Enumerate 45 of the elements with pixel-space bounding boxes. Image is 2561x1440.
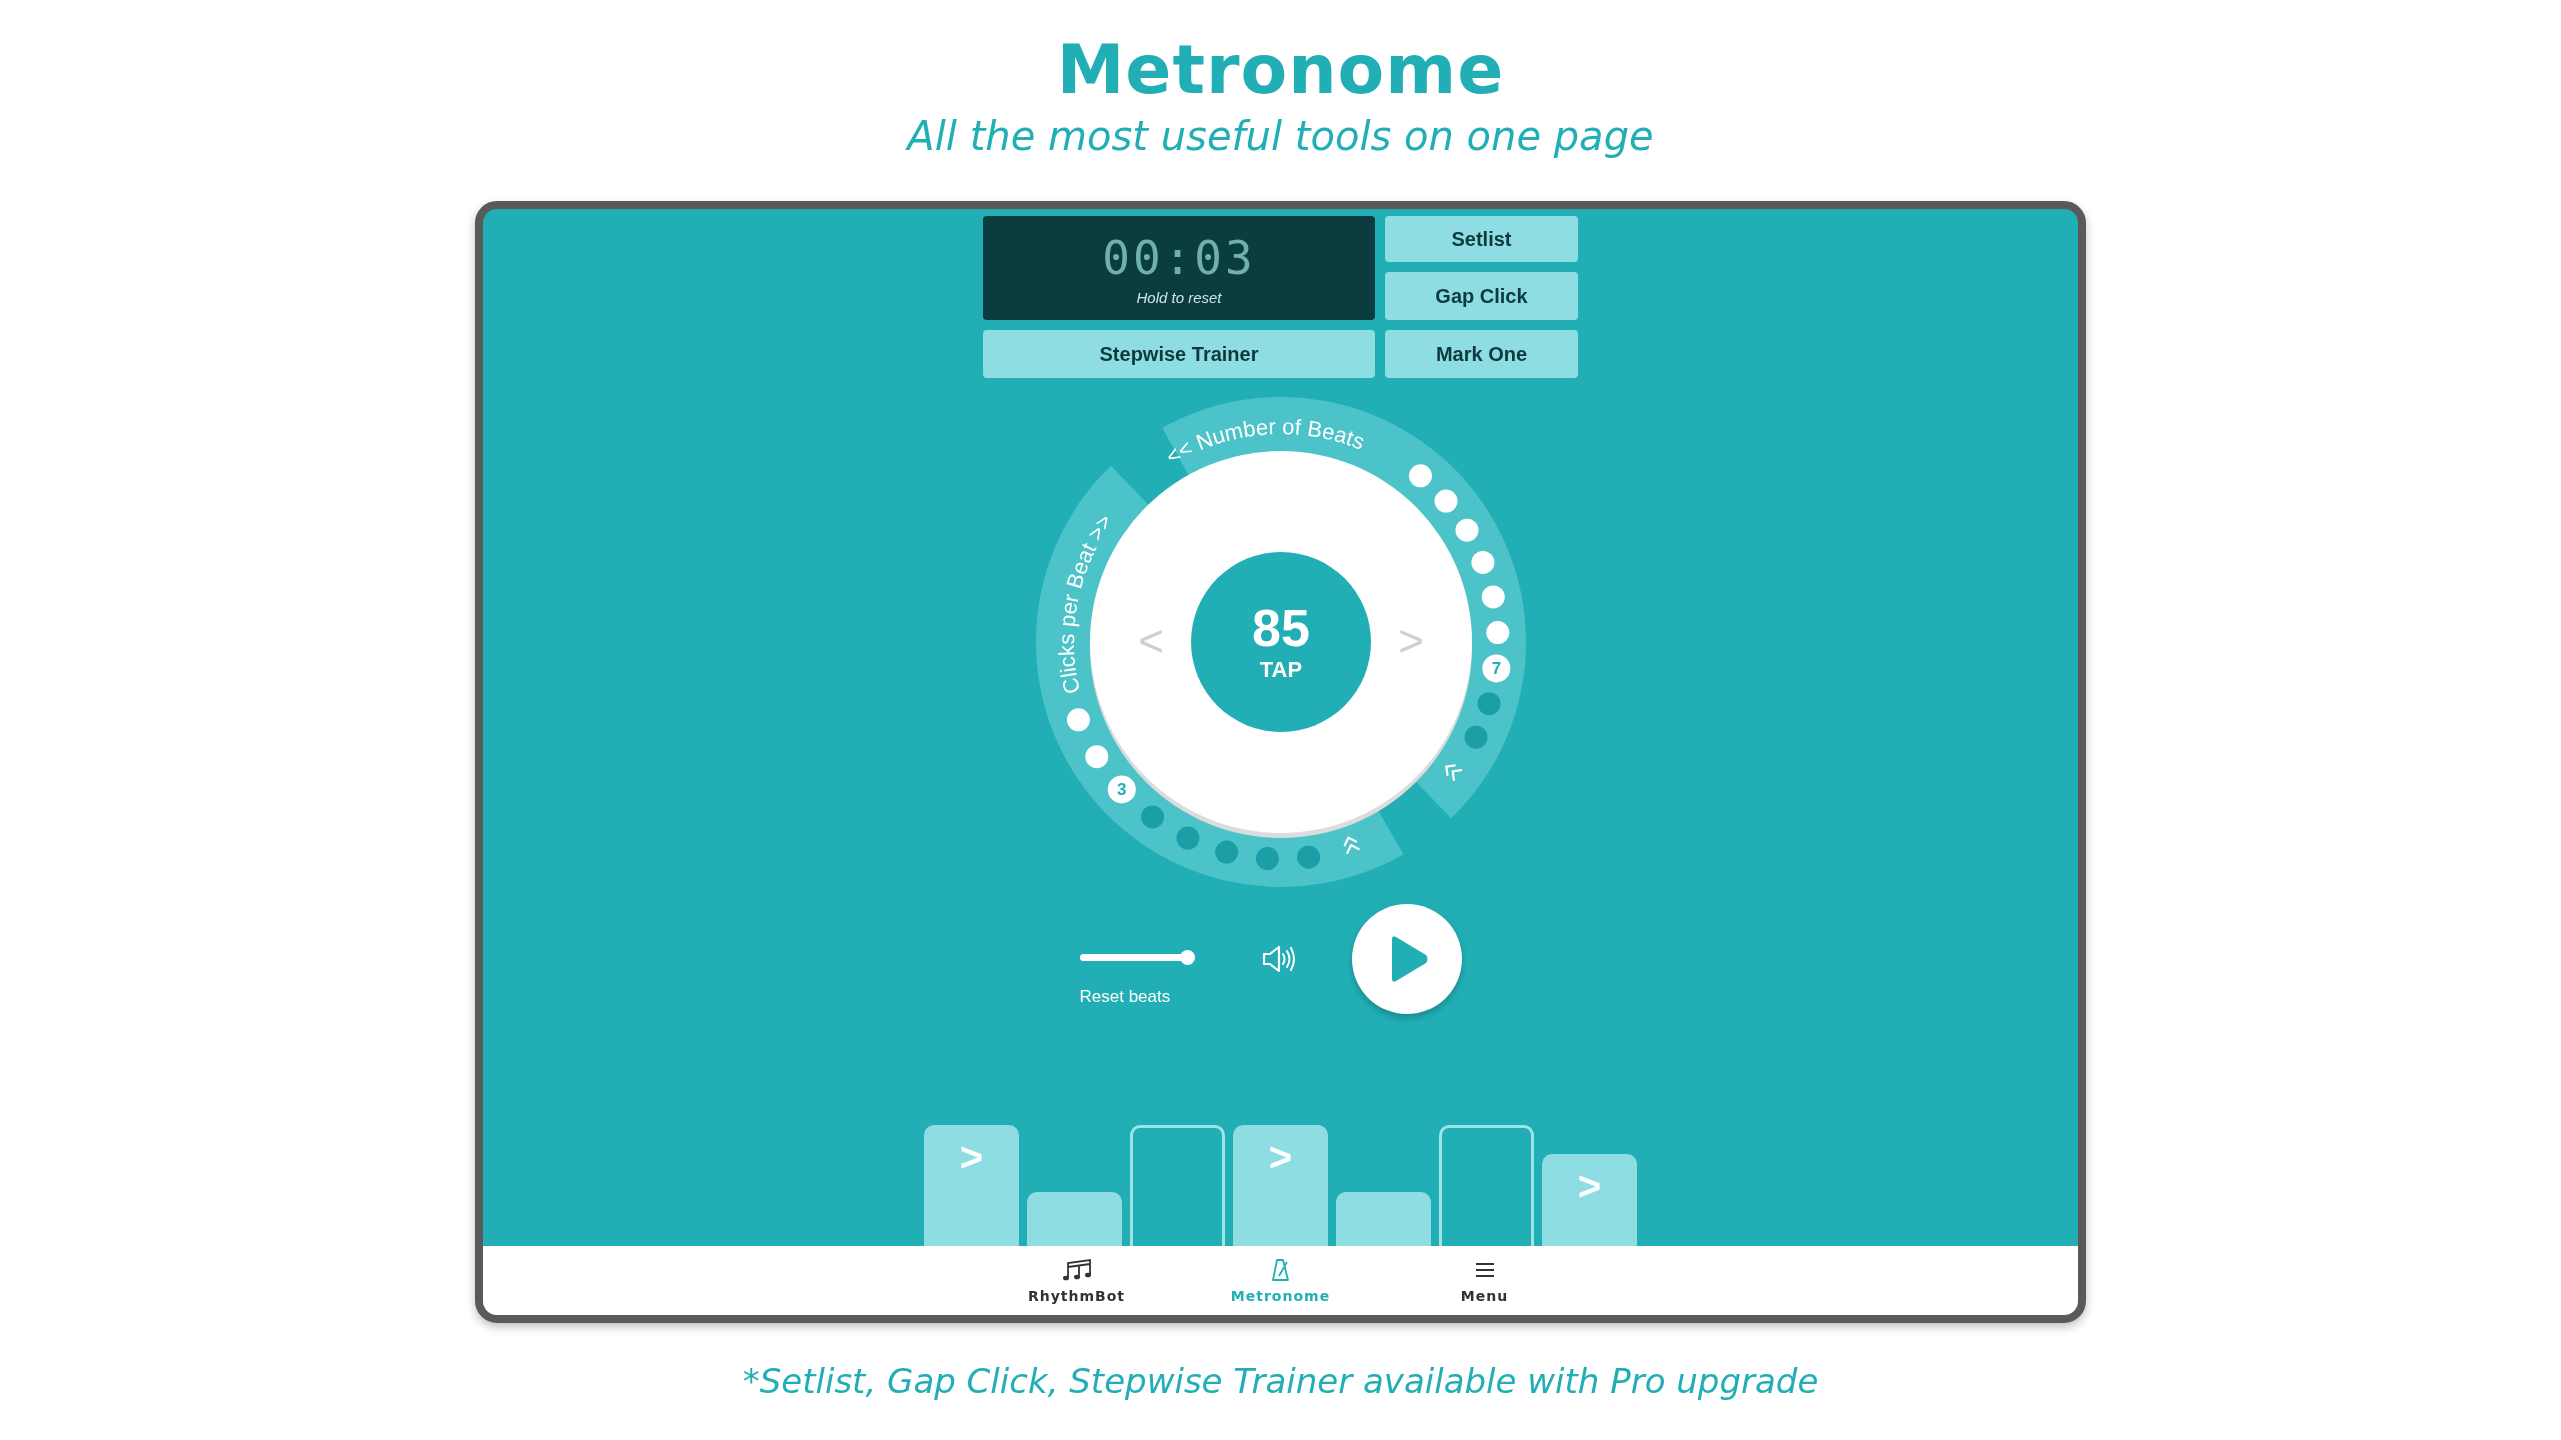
metronome-icon — [1269, 1257, 1292, 1282]
beat-bar[interactable]: > — [1542, 1154, 1637, 1246]
beat-dot[interactable] — [1477, 692, 1501, 716]
tool-button[interactable]: Gap Click — [1385, 272, 1578, 320]
decrease-tempo-button[interactable]: < — [1137, 616, 1164, 665]
double-chevron-icon — [1444, 764, 1462, 781]
increase-tempo-button[interactable]: > — [1397, 616, 1424, 665]
beat-bar[interactable]: > — [1233, 1125, 1328, 1246]
beat-bar[interactable]: > — [924, 1125, 1019, 1246]
timer-panel[interactable]: 00:03 Hold to reset — [983, 216, 1375, 320]
tool-button[interactable]: Mark One — [1385, 330, 1578, 378]
beat-dot[interactable] — [1434, 489, 1457, 513]
beat-dot[interactable] — [1255, 847, 1279, 871]
volume-slider[interactable] — [1079, 949, 1195, 965]
beat-dot[interactable] — [1175, 826, 1199, 850]
tool-button[interactable]: Stepwise Trainer — [983, 330, 1375, 378]
page-subtitle: All the most useful tools on one page — [907, 112, 1654, 161]
beat-dot[interactable] — [1455, 518, 1478, 542]
beat-dot[interactable] — [1296, 845, 1320, 869]
beat-dot[interactable] — [1408, 464, 1432, 488]
tap-button[interactable]: 85 TAP — [1190, 552, 1371, 732]
double-chevron-icon — [1343, 836, 1360, 854]
beat-dot[interactable]: 7 — [1481, 654, 1510, 683]
beat-dot[interactable]: 3 — [1107, 775, 1136, 804]
nav-tab[interactable]: Metronome — [1178, 1246, 1383, 1315]
beat-dot[interactable] — [1140, 805, 1164, 829]
reset-hint: Hold to reset — [1136, 288, 1222, 306]
nav-tab[interactable]: RhythmBot — [974, 1246, 1179, 1315]
speaker-icon[interactable] — [1261, 944, 1298, 974]
page-title: Metronome — [1056, 30, 1505, 110]
promo-note: *Setlist, Gap Click, Stepwise Trainer available with Pro upgrade — [742, 1361, 1819, 1401]
elapsed-time: 00:03 — [1102, 230, 1256, 285]
beat-dot[interactable] — [1464, 725, 1488, 749]
beat-dot[interactable] — [1066, 708, 1090, 732]
band-label: << Number of Beats — [1161, 413, 1368, 470]
beat-dot[interactable] — [1214, 840, 1238, 864]
beat-dot[interactable] — [1084, 745, 1108, 769]
reset-beats-label[interactable]: Reset beats — [1079, 986, 1171, 1007]
beat-dot[interactable] — [1470, 550, 1494, 574]
beat-dot[interactable] — [1485, 621, 1509, 645]
slider-thumb[interactable] — [1179, 949, 1195, 965]
music-notes-icon — [1061, 1257, 1092, 1282]
beat-dot[interactable] — [1481, 585, 1505, 609]
tool-button[interactable]: Setlist — [1385, 216, 1578, 262]
nav-tab[interactable]: Menu — [1382, 1246, 1587, 1315]
